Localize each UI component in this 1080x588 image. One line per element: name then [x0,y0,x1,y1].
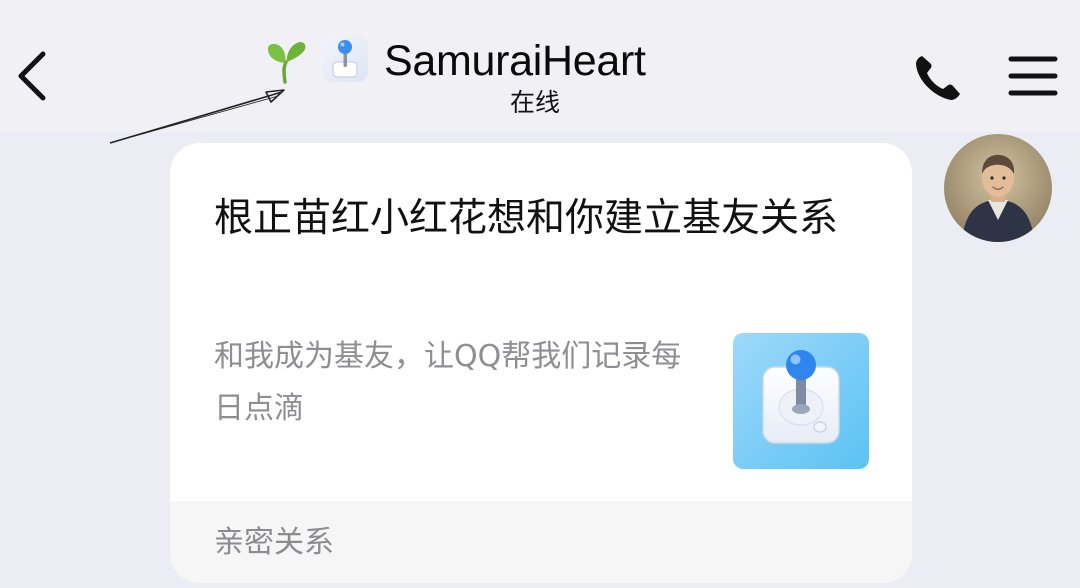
menu-button[interactable] [1002,50,1064,102]
card-thumbnail [733,333,869,469]
online-status: 在线 [509,88,560,117]
joystick-icon [733,333,869,469]
card-title: 根正苗红小红花想和你建立基友关系 [214,196,839,241]
card-footer-label: 亲密关系 [214,525,334,560]
back-icon [18,51,46,101]
joystick-icon [332,40,358,78]
contact-name[interactable]: SamuraiHeart [384,34,646,88]
avatar-photo [944,134,1052,242]
avatar[interactable] [944,134,1052,242]
menu-icon [1008,56,1058,96]
phone-icon [916,56,960,100]
sprout-icon [267,42,306,84]
back-button[interactable] [12,46,56,106]
chat-screen: SamuraiHeart 在线 根正苗红小红花想和你建立基友关系 和我成为基友，… [0,0,1080,588]
card-footer: 亲密关系 [170,501,912,583]
card-description: 和我成为基友，让QQ帮我们记录每日点滴 [214,339,682,426]
joystick-badge [322,36,368,82]
call-button[interactable] [908,48,968,108]
intimate-relationship-card[interactable]: 根正苗红小红花想和你建立基友关系 和我成为基友，让QQ帮我们记录每日点滴 亲密关… [170,143,912,583]
